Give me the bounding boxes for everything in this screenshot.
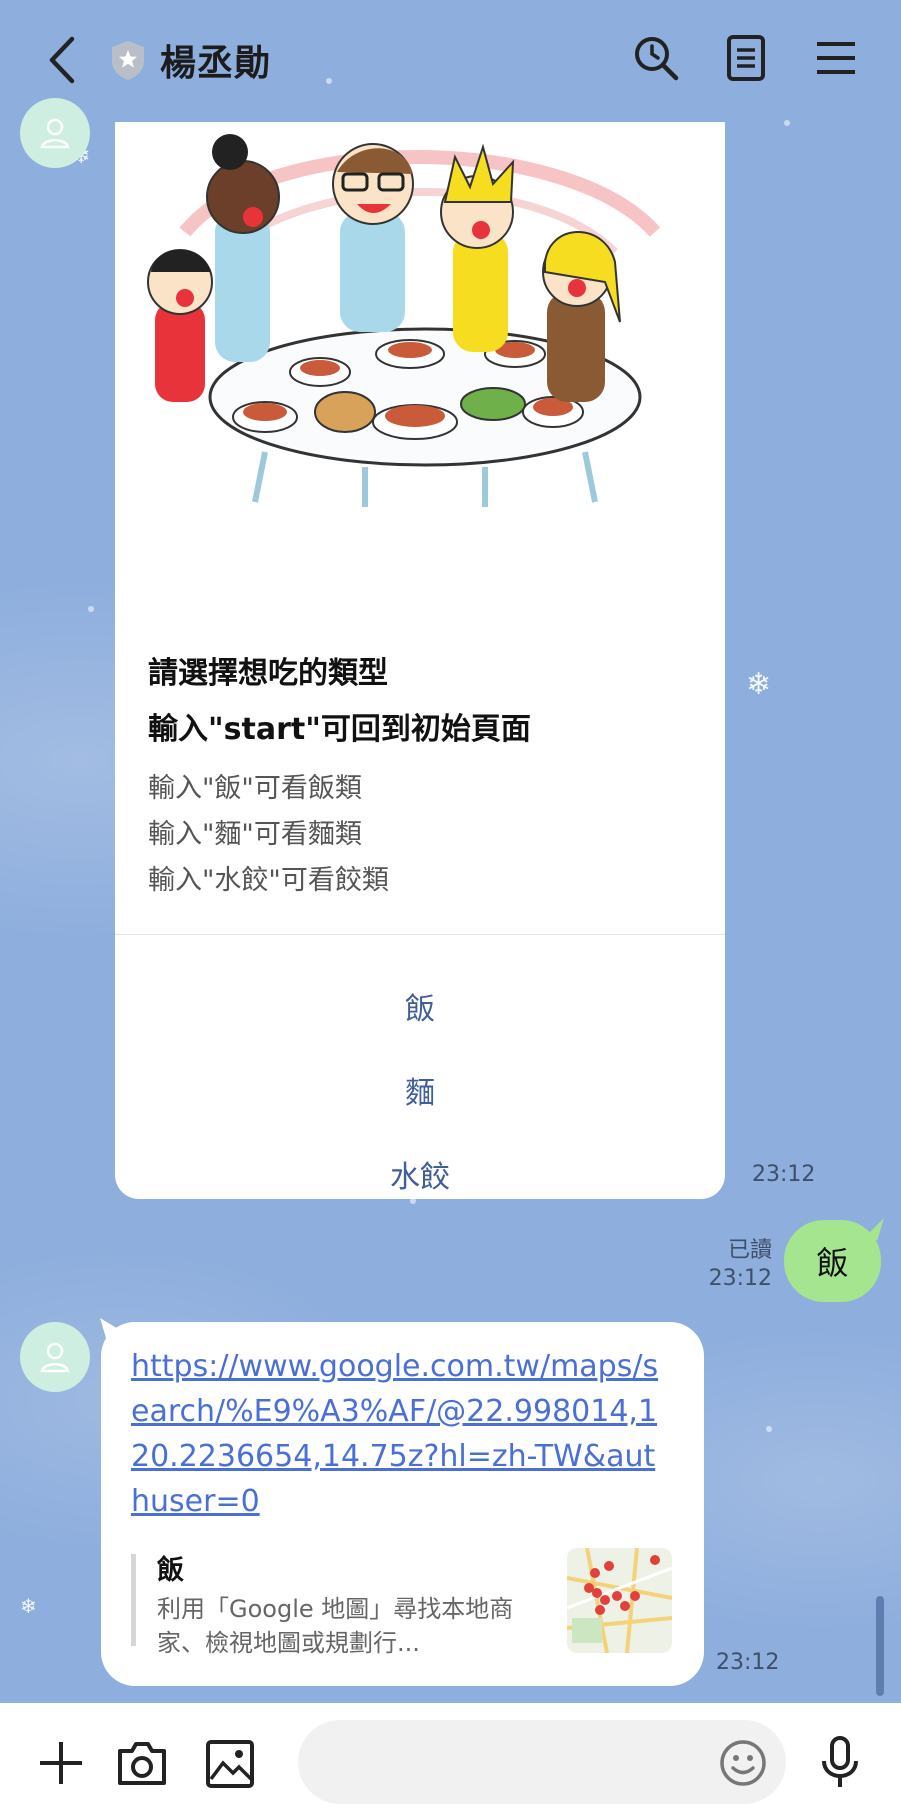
plus-button[interactable] [36,1738,86,1788]
camera-icon [118,1742,166,1785]
snow-dot [766,1426,772,1432]
emoji-icon [720,1740,766,1786]
shield-star-icon [108,38,148,82]
message-time: 23:12 [716,1650,780,1675]
search-icon [635,37,679,81]
message-input[interactable] [298,1720,786,1804]
people-eating-illustration [115,122,725,512]
card-instruction: 輸入"飯"可看飯類 [148,773,362,804]
emoji-button[interactable] [718,1738,768,1788]
menu-icon [817,42,855,74]
card-instruction: 輸入"水餃"可看餃類 [148,865,389,896]
microphone-button[interactable] [818,1734,862,1792]
read-receipt: 已讀 [727,1238,772,1263]
message-time: 23:12 [752,1162,816,1187]
chat-title[interactable]: 楊丞勛 [160,34,271,86]
person-icon [40,1342,70,1373]
my-message-bubble[interactable]: 飯 [784,1220,881,1302]
scrollbar[interactable] [876,1596,884,1696]
card-title-line1: 請選擇想吃的類型 [148,656,388,691]
friend-avatar[interactable] [20,98,90,168]
microphone-icon [822,1736,858,1787]
search-button[interactable] [630,32,682,84]
notes-button[interactable] [722,32,770,84]
flex-message-card: 請選擇想吃的類型 輸入"start"可回到初始頁面 輸入"飯"可看飯類 輸入"麵… [115,122,725,1199]
snow-dot [784,120,790,126]
chevron-left-icon [49,36,75,84]
card-instruction: 輸入"麵"可看麵類 [148,819,362,850]
back-button[interactable] [38,28,86,92]
card-divider [115,934,725,935]
camera-button[interactable] [114,1736,170,1790]
friend-avatar[interactable] [20,1322,90,1392]
plus-icon [40,1742,82,1784]
card-title-line2: 輸入"start"可回到初始頁面 [148,712,531,747]
notes-icon [727,35,765,81]
snow-dot [88,606,94,612]
link-preview-description[interactable]: 利用「Google 地圖」尋找本地商家、檢視地圖或規劃行... [157,1592,537,1660]
link-preview-title[interactable]: 飯 [157,1548,184,1587]
image-button[interactable] [204,1738,256,1790]
map-thumbnail[interactable] [567,1548,672,1653]
chat-header: 楊丞勛 [0,0,901,120]
snowflake-icon: ❄ [20,1594,37,1618]
image-icon [206,1740,254,1788]
snowflake-icon: ❄ [746,667,772,702]
preview-accent-bar [131,1554,136,1646]
message-time: 23:12 [708,1266,772,1291]
person-icon [40,118,70,149]
rice-button[interactable]: 飯 [115,984,725,1028]
maps-link[interactable]: https://www.google.com.tw/maps/search/%E… [131,1344,671,1524]
menu-button[interactable] [812,34,860,82]
dumpling-button[interactable]: 水餃 [115,1152,725,1196]
noodle-button[interactable]: 麵 [115,1068,725,1112]
